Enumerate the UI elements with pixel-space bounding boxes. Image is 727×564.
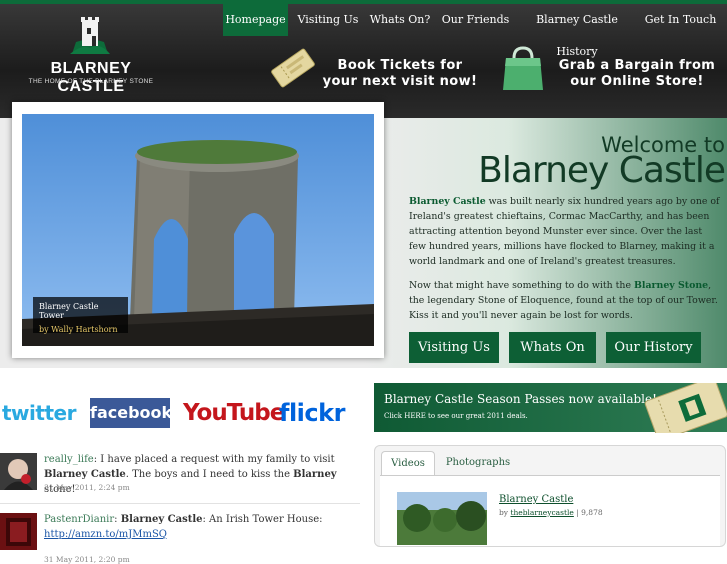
season-pass-ticket-icon <box>644 383 727 433</box>
tweet-text: PastenrDianir: Blarney Castle: An Irish … <box>44 512 354 542</box>
tweet-fragment: : I have placed a request with my family… <box>93 454 335 465</box>
season-pass-banner[interactable]: Blarney Castle Season Passes now availab… <box>374 383 727 433</box>
book-tickets-line1: Book Tickets for <box>337 58 463 73</box>
blarney-stone-link[interactable]: Blarney Stone <box>634 280 708 291</box>
intro-paragraph-2: Now that might have something to do with… <box>409 278 721 323</box>
caption-author[interactable]: by Wally Hartshorn <box>39 325 122 334</box>
video-channel-link[interactable]: theblarneycastle <box>510 508 573 517</box>
intro-text-2a: Now that might have something to do with… <box>409 280 634 291</box>
visiting-us-button[interactable]: Visiting Us <box>409 332 499 363</box>
photo-caption: Blarney Castle Tower by Wally Hartshorn <box>33 297 128 334</box>
nav-visiting-us[interactable]: Visiting Us <box>295 4 361 36</box>
shopping-bag-icon <box>503 46 543 90</box>
video-meta: by theblarneycastle | 9,878 <box>499 508 603 517</box>
video-thumbnail-image <box>397 492 487 545</box>
tweet-timestamp: 31 May 2011, 2:20 pm <box>44 555 130 564</box>
blarney-castle-link[interactable]: Blarney Castle <box>409 196 486 207</box>
online-store-promo[interactable]: Grab a Bargain from our Online Store! <box>547 58 727 90</box>
ticket-icon <box>271 48 315 88</box>
tweet-timestamp: 31 May 2011, 2:24 pm <box>44 483 130 492</box>
tweet-fragment: . The boys and I need to kiss the <box>125 469 294 480</box>
site-logo[interactable]: BLARNEY CASTLE THE HOME OF THE BLARNEY S… <box>16 14 166 95</box>
logo-tagline: THE HOME OF THE BLARNEY STONE <box>28 78 154 85</box>
season-pass-title: Blarney Castle Season Passes now availab… <box>384 392 657 406</box>
intro-paragraph-1: Blarney Castle was built nearly six hund… <box>409 194 721 269</box>
nav-get-in-touch[interactable]: Get In Touch <box>643 4 718 36</box>
welcome-title: Blarney Castle <box>478 150 726 191</box>
nav-homepage[interactable]: Homepage <box>223 4 288 36</box>
nav-our-friends[interactable]: Our Friends <box>440 4 511 36</box>
online-store-line2: our Online Store! <box>570 74 704 89</box>
video-title-link[interactable]: Blarney Castle <box>499 494 573 505</box>
tweet-highlight: Blarney Castle <box>120 514 203 525</box>
book-tickets-promo[interactable]: Book Tickets for your next visit now! <box>314 58 486 90</box>
whats-on-button[interactable]: Whats On <box>509 332 596 363</box>
book-tickets-line2: your next visit now! <box>322 74 478 89</box>
user-avatar[interactable] <box>0 513 37 550</box>
caption-title: Blarney Castle Tower <box>39 302 99 320</box>
flickr-logo-link[interactable]: flickr <box>279 398 351 428</box>
tweet-highlight: Blarney <box>293 469 337 480</box>
online-store-line1: Grab a Bargain from <box>558 58 716 73</box>
nav-whats-on[interactable]: Whats On? <box>368 4 432 36</box>
video-thumbnail[interactable] <box>397 492 487 545</box>
season-pass-subtitle: Click HERE to see our great 2011 deals. <box>384 412 528 420</box>
twitter-logo-link[interactable]: twitter <box>2 398 82 428</box>
youtube-logo-link[interactable]: YouTube <box>183 398 285 428</box>
tweet-fragment: : An Irish Tower House: <box>202 514 323 525</box>
user-avatar[interactable] <box>0 453 37 490</box>
our-history-button[interactable]: Our History <box>606 332 701 363</box>
castle-logo-icon <box>70 17 110 54</box>
tab-videos[interactable]: Videos <box>381 451 435 476</box>
tweet-username[interactable]: PastenrDianir <box>44 514 114 525</box>
tweet-highlight: Blarney Castle <box>44 469 126 480</box>
facebook-logo-link[interactable]: facebook <box>90 398 172 428</box>
feed-divider <box>0 503 360 504</box>
video-views: 9,878 <box>581 508 603 517</box>
tweet-link[interactable]: http://amzn.to/mJMmSQ <box>44 529 167 540</box>
tab-photographs[interactable]: Photographs <box>441 451 515 475</box>
tweet-username[interactable]: really_life <box>44 454 94 465</box>
video-by-label: by <box>499 508 509 517</box>
nav-castle-history[interactable]: Blarney Castle History <box>518 4 636 58</box>
